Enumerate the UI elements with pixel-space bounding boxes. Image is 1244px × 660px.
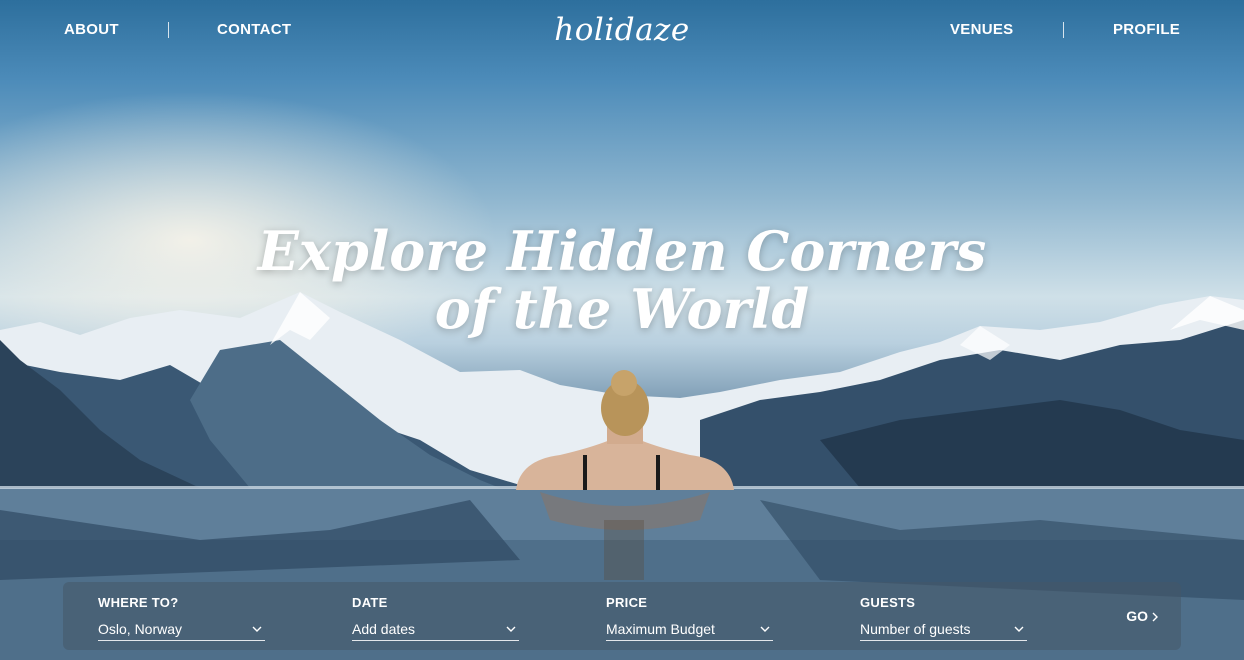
logo-container: holidaze bbox=[0, 12, 1244, 48]
chevron-down-icon bbox=[760, 626, 770, 632]
destination-value: Oslo, Norway bbox=[98, 621, 183, 637]
destination-label: WHERE TO? bbox=[98, 595, 179, 610]
date-select[interactable]: Add dates bbox=[352, 620, 519, 641]
chevron-down-icon bbox=[252, 626, 262, 632]
guests-select[interactable]: Number of guests bbox=[860, 620, 1027, 641]
date-label: DATE bbox=[352, 595, 388, 610]
holidaze-logo[interactable]: holidaze bbox=[554, 12, 689, 48]
nav-profile-link[interactable]: PROFILE bbox=[1113, 21, 1180, 38]
price-label: PRICE bbox=[606, 595, 648, 610]
headline-line-1: Explore Hidden Corners bbox=[257, 219, 987, 283]
chevron-down-icon bbox=[1014, 626, 1024, 632]
headline-line-2: of the World bbox=[434, 277, 810, 341]
guests-field: GUESTS Number of guests bbox=[860, 595, 1027, 641]
price-value: Maximum Budget bbox=[606, 621, 715, 637]
chevron-down-icon bbox=[506, 626, 516, 632]
hero-headline: Explore Hidden Corners of the World bbox=[0, 222, 1244, 338]
top-nav: ABOUT CONTACT holidaze VENUES PROFILE bbox=[0, 0, 1244, 60]
destination-select[interactable]: Oslo, Norway bbox=[98, 620, 265, 641]
guests-label: GUESTS bbox=[860, 595, 916, 610]
go-button[interactable]: GO bbox=[1126, 608, 1159, 624]
nav-venues-link[interactable]: VENUES bbox=[950, 21, 1014, 38]
guests-value: Number of guests bbox=[860, 621, 971, 637]
search-bar: WHERE TO? Oslo, Norway DATE Add dates PR… bbox=[63, 582, 1181, 650]
date-field: DATE Add dates bbox=[352, 595, 519, 641]
go-label: GO bbox=[1126, 608, 1148, 624]
price-field: PRICE Maximum Budget bbox=[606, 595, 773, 641]
price-select[interactable]: Maximum Budget bbox=[606, 620, 773, 641]
nav-divider bbox=[1063, 22, 1064, 38]
date-value: Add dates bbox=[352, 621, 416, 637]
chevron-right-icon bbox=[1152, 612, 1158, 622]
destination-field: WHERE TO? Oslo, Norway bbox=[98, 595, 265, 641]
